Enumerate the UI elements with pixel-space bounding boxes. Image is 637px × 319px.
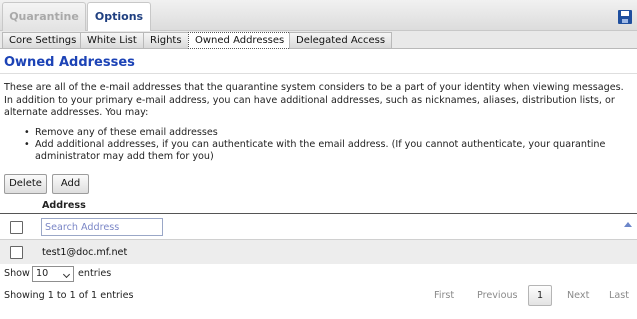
search-address-input[interactable] [41,218,163,236]
top-tab-bar: Quarantine Options [0,0,637,32]
show-label: Show [4,268,30,279]
chevron-down-icon [62,270,71,279]
subtab-rights[interactable]: Rights [143,32,189,49]
delete-button[interactable]: Delete [4,174,47,194]
save-icon[interactable] [618,10,632,24]
pager-previous[interactable]: Previous [477,290,518,301]
subtab-white-list[interactable]: White List [80,32,144,49]
subtab-owned-addresses[interactable]: Owned Addresses [188,32,292,49]
entries-per-page-value: 10 [36,268,49,279]
subtab-delegated-access[interactable]: Delegated Access [289,32,393,49]
entries-per-page-select[interactable]: 10 [32,266,74,282]
table-row[interactable]: test1@doc.mf.net [0,239,637,264]
row-checkbox[interactable] [10,246,23,259]
tab-options[interactable]: Options [87,2,151,32]
column-header-address[interactable]: Address [42,200,86,211]
table-info: Showing 1 to 1 of 1 entries [4,290,134,301]
subtab-core-settings[interactable]: Core Settings [2,32,84,49]
page-title: Owned Addresses [4,55,135,70]
pager-page-1[interactable]: 1 [528,285,552,306]
entries-label: entries [78,268,112,279]
sort-ascending-icon[interactable] [624,222,632,227]
option-add: Add additional addresses, if you can aut… [24,139,634,163]
title-divider [0,73,637,74]
filter-row [0,214,637,239]
pager-first[interactable]: First [434,290,454,301]
add-button[interactable]: Add [52,174,89,194]
options-list: Remove any of these email addresses Add … [24,127,634,163]
pager-last[interactable]: Last [609,290,629,301]
option-remove: Remove any of these email addresses [24,127,634,139]
options-subtabs: Core Settings White List Rights Owned Ad… [0,31,637,49]
intro-text: These are all of the e-mail addresses th… [4,82,624,118]
tab-quarantine[interactable]: Quarantine [2,2,86,31]
pager-next[interactable]: Next [567,290,589,301]
address-cell: test1@doc.mf.net [42,247,128,258]
select-all-checkbox[interactable] [10,221,23,234]
